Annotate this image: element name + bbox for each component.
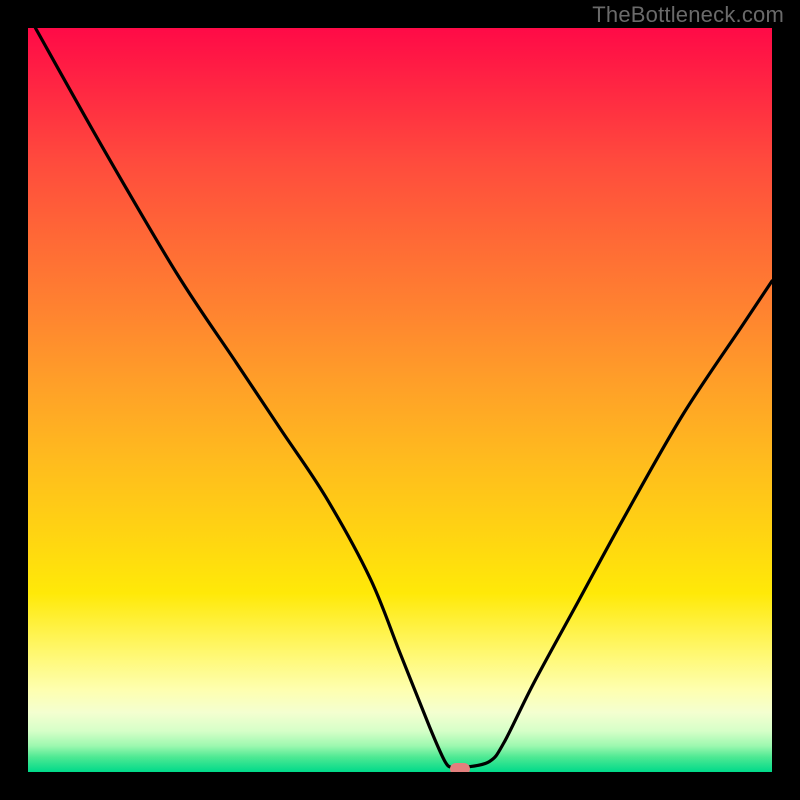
bottleneck-curve	[28, 28, 772, 772]
optimal-point-marker	[450, 763, 470, 772]
watermark-text: TheBottleneck.com	[592, 2, 784, 28]
plot-area	[28, 28, 772, 772]
chart-frame: TheBottleneck.com	[0, 0, 800, 800]
